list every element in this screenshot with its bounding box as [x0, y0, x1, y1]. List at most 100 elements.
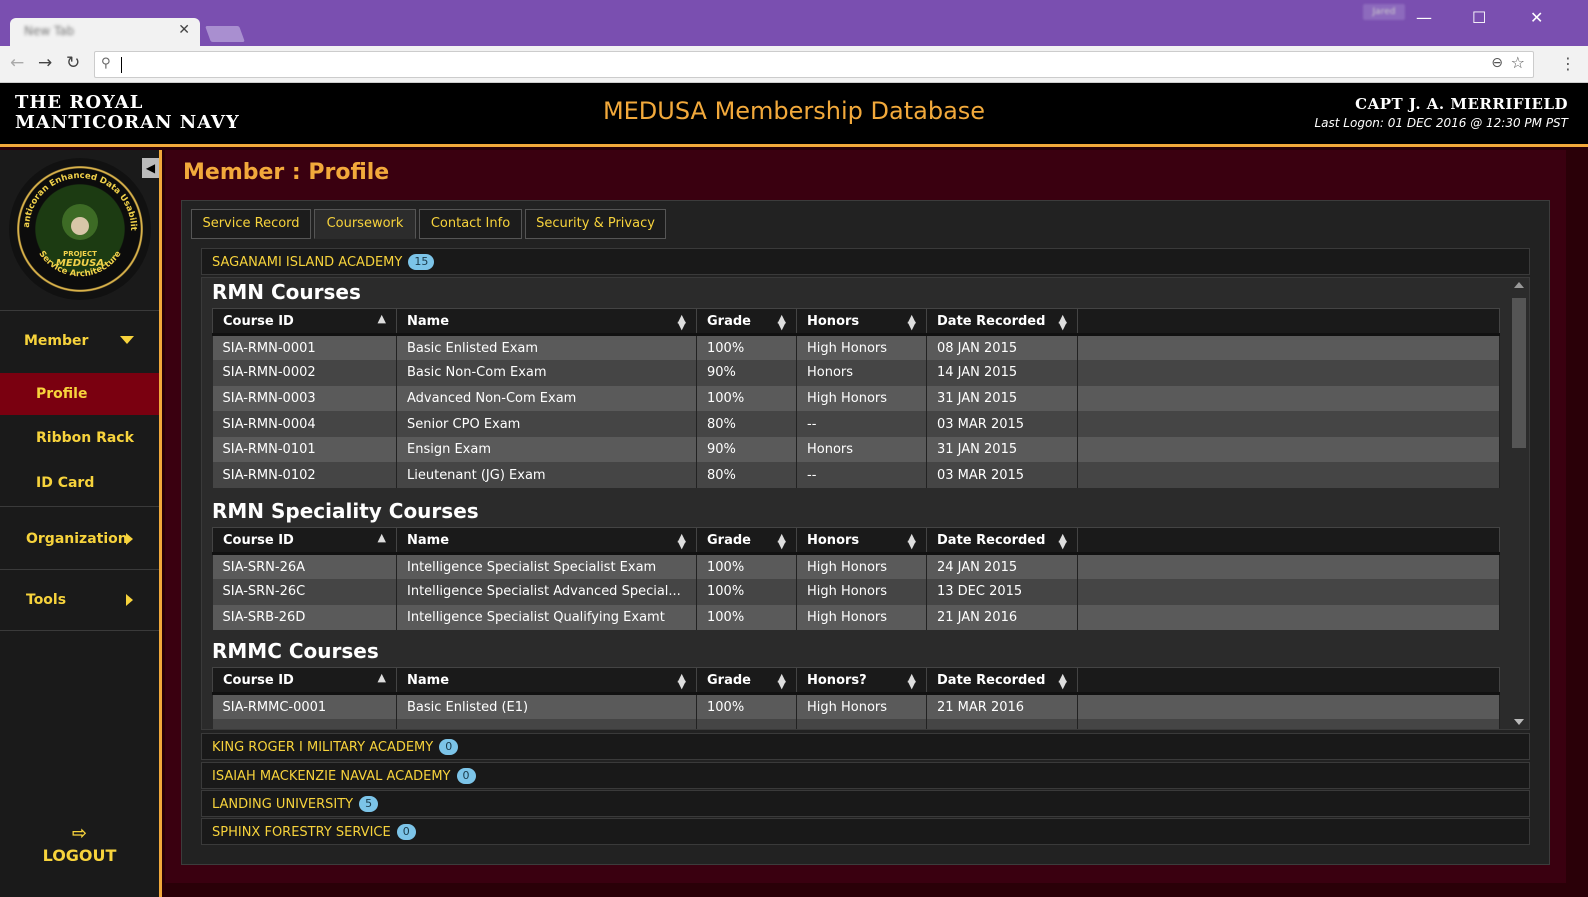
coursework-scroll-area[interactable]: RMN Courses Course ID ▲ Name ▲ ▼ Grade ▲ ▼ Ho…: [201, 277, 1530, 730]
sidebar-item-member[interactable]: Member: [24, 333, 88, 349]
column-header-filler: [1077, 527, 1500, 555]
column-header[interactable]: Name ▲ ▼: [396, 527, 697, 555]
table-row[interactable]: SIA-RMN-0101 Ensign Exam 90% Honors 31 JAN 2…: [212, 436, 1500, 463]
academy-header-isaiah-mackenzie[interactable]: ISAIAH MACKENZIE NAVAL ACADEMY 0: [201, 762, 1530, 789]
sort-icon[interactable]: ▲ ▼: [678, 672, 686, 690]
table-row[interactable]: SIA-RMN-0002 Basic Non-Com Exam 90% Honors 1…: [212, 360, 1500, 386]
browser-tab[interactable]: New Tab ✕: [10, 18, 200, 46]
back-icon[interactable]: ←: [10, 53, 24, 73]
column-header[interactable]: Date Recorded ▲ ▼: [926, 667, 1078, 695]
page-title: Member : Profile: [183, 160, 390, 185]
forward-icon[interactable]: →: [38, 53, 52, 73]
sidebar-item-id-card[interactable]: ID Card: [36, 475, 94, 491]
academy-header-sphinx-forestry[interactable]: SPHINX FORESTRY SERVICE 0: [201, 818, 1530, 845]
scrollbar-thumb[interactable]: [1512, 298, 1526, 448]
column-header[interactable]: Course ID ▲: [212, 527, 397, 555]
column-header-label: Honors: [807, 532, 860, 548]
cell-date: 24 JAN 2015: [926, 553, 1078, 580]
close-window-icon[interactable]: ✕: [1530, 8, 1543, 27]
browser-toolbar: ← → ↻ ⚲ ⊖ ☆ ⋮: [0, 46, 1588, 83]
count-badge: 0: [439, 739, 459, 755]
sort-icon[interactable]: ▲ ▼: [778, 532, 786, 550]
column-header[interactable]: Honors ▲ ▼: [796, 308, 927, 336]
cell-honors: High Honors: [796, 385, 927, 412]
tab-security-privacy[interactable]: Security & Privacy: [525, 209, 666, 239]
academy-header-king-roger[interactable]: KING ROGER I MILITARY ACADEMY 0: [201, 733, 1530, 760]
user-name: CAPT J. A. MERRIFIELD: [1355, 95, 1568, 113]
academy-header-saganami[interactable]: SAGANAMI ISLAND ACADEMY 15: [201, 248, 1530, 275]
bookmark-star-icon[interactable]: ☆: [1511, 53, 1525, 72]
column-header[interactable]: Name ▲ ▼: [396, 667, 697, 695]
table-row[interactable]: SIA-RMN-0001 Basic Enlisted Exam 100% High …: [212, 334, 1500, 361]
column-header-label: Honors?: [807, 672, 867, 688]
cell-filler: [1077, 436, 1500, 463]
column-header[interactable]: Grade ▲ ▼: [696, 527, 797, 555]
new-tab-button[interactable]: [205, 26, 245, 42]
sort-icon[interactable]: ▲ ▼: [908, 672, 916, 690]
sidebar-item-ribbon-rack[interactable]: Ribbon Rack: [36, 430, 134, 446]
column-header[interactable]: Date Recorded ▲ ▼: [926, 527, 1078, 555]
tab-service-record[interactable]: Service Record: [191, 209, 311, 239]
sidebar-item-organization[interactable]: Organization: [26, 531, 128, 547]
cell-date: 21 JAN 2016: [926, 604, 1078, 631]
vertical-scrollbar[interactable]: [1509, 278, 1529, 729]
column-header[interactable]: Honors ▲ ▼: [796, 527, 927, 555]
column-header[interactable]: Grade ▲ ▼: [696, 667, 797, 695]
section-title: RMN Courses: [212, 280, 361, 304]
sort-icon[interactable]: ▲ ▼: [778, 313, 786, 331]
table-row[interactable]: [212, 719, 1500, 729]
medusa-logo: Manticoran Enhanced Data Usability Servi…: [9, 158, 151, 300]
sort-asc-icon[interactable]: ▲: [378, 532, 386, 543]
column-header-label: Name: [407, 313, 450, 329]
minimize-icon[interactable]: —: [1416, 8, 1432, 27]
scroll-down-icon[interactable]: [1514, 719, 1524, 725]
logout-button[interactable]: ⇨ LOGOUT: [0, 823, 159, 865]
chevron-down-icon[interactable]: [120, 336, 134, 344]
sort-icon[interactable]: ▲ ▼: [678, 532, 686, 550]
sort-icon[interactable]: ▲ ▼: [908, 313, 916, 331]
logo-center-line-1: PROJECT: [63, 250, 97, 258]
logout-icon: ⇨: [71, 823, 88, 844]
reload-icon[interactable]: ↻: [66, 53, 80, 73]
sort-icon[interactable]: ▲ ▼: [1059, 313, 1067, 331]
sort-asc-icon[interactable]: ▲: [378, 313, 386, 324]
sort-icon[interactable]: ▲ ▼: [1059, 672, 1067, 690]
table-row[interactable]: SIA-RMN-0004 Senior CPO Exam 80% -- 03 MAR 2…: [212, 411, 1500, 437]
close-tab-icon[interactable]: ✕: [178, 22, 190, 38]
zoom-icon[interactable]: ⊖: [1491, 55, 1503, 71]
column-header-label: Course ID: [223, 313, 294, 329]
sort-icon[interactable]: ▲ ▼: [678, 313, 686, 331]
chevron-right-icon[interactable]: [126, 594, 133, 606]
table-row[interactable]: SIA-RMN-0102 Lieutenant (JG) Exam 80% -- 03 …: [212, 462, 1500, 489]
address-bar[interactable]: ⚲ ⊖ ☆: [94, 51, 1534, 78]
sort-icon[interactable]: ▲ ▼: [1059, 532, 1067, 550]
column-header[interactable]: Name ▲ ▼: [396, 308, 697, 336]
column-header[interactable]: Course ID ▲: [212, 667, 397, 695]
maximize-icon[interactable]: ☐: [1472, 8, 1486, 27]
table-row[interactable]: SIA-SRN-26C Intelligence Specialist Advan…: [212, 579, 1500, 605]
browser-menu-icon[interactable]: ⋮: [1560, 54, 1576, 73]
sort-icon[interactable]: ▲ ▼: [908, 532, 916, 550]
column-header[interactable]: Course ID ▲: [212, 308, 397, 336]
column-header[interactable]: Date Recorded ▲ ▼: [926, 308, 1078, 336]
column-header[interactable]: Honors? ▲ ▼: [796, 667, 927, 695]
table-row[interactable]: SIA-RMMC-0001 Basic Enlisted (E1) 100% High…: [212, 693, 1500, 720]
cell-filler: [1077, 411, 1500, 437]
table-row[interactable]: SIA-SRB-26D Intelligence Specialist Quali…: [212, 604, 1500, 631]
profile-chip[interactable]: Jared: [1363, 4, 1405, 20]
table-row[interactable]: SIA-RMN-0003 Advanced Non-Com Exam 100% Hig…: [212, 385, 1500, 412]
table-row[interactable]: SIA-SRN-26A Intelligence Specialist Speci…: [212, 553, 1500, 580]
scroll-up-icon[interactable]: [1514, 282, 1524, 288]
cell-honors: High Honors: [796, 334, 927, 361]
cell-grade: 100%: [696, 553, 797, 580]
sort-icon[interactable]: ▲ ▼: [778, 672, 786, 690]
sidebar-item-profile[interactable]: Profile: [36, 386, 87, 402]
tab-contact-info[interactable]: Contact Info: [419, 209, 522, 239]
sidebar-item-tools[interactable]: Tools: [26, 592, 66, 608]
column-header[interactable]: Grade ▲ ▼: [696, 308, 797, 336]
cell-course-id: SIA-RMN-0002: [212, 360, 397, 386]
sort-asc-icon[interactable]: ▲: [378, 672, 386, 683]
chevron-right-icon[interactable]: [126, 533, 133, 545]
tab-coursework[interactable]: Coursework: [314, 209, 416, 239]
academy-header-landing-university[interactable]: LANDING UNIVERSITY 5: [201, 790, 1530, 817]
